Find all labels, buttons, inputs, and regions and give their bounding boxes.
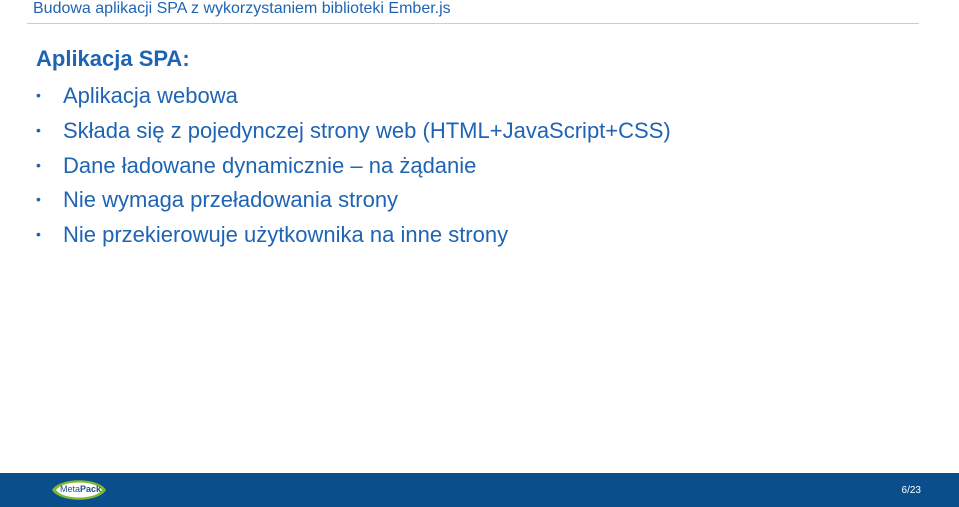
bullet-icon: •: [36, 121, 41, 138]
logo-text-bold: Pack: [80, 484, 102, 494]
list-item-text: Nie przekierowuje użytkownika na inne st…: [63, 222, 509, 248]
list-item-text: Dane ładowane dynamicznie – na żądanie: [63, 152, 477, 178]
bullet-icon: •: [36, 156, 41, 173]
slide-header-title: Budowa aplikacji SPA z wykorzystaniem bi…: [33, 0, 451, 17]
list-item-text: Nie wymaga przeładowania strony: [63, 187, 399, 213]
list-item-text: Składa się z pojedynczej strony web (HTM…: [63, 117, 671, 143]
list-item-text: Aplikacja webowa: [63, 83, 238, 108]
footer-bar: MetaPack 6/23: [0, 473, 959, 507]
bullet-icon: •: [36, 191, 41, 208]
section-heading: Aplikacja SPA:: [36, 46, 190, 71]
logo-text-light: Meta: [60, 484, 81, 494]
page-number: 6/23: [901, 485, 921, 496]
bullet-icon: •: [36, 226, 41, 243]
logo-wordmark: MetaPack: [60, 483, 101, 495]
header-divider: [27, 23, 919, 24]
bullet-icon: •: [36, 87, 41, 103]
